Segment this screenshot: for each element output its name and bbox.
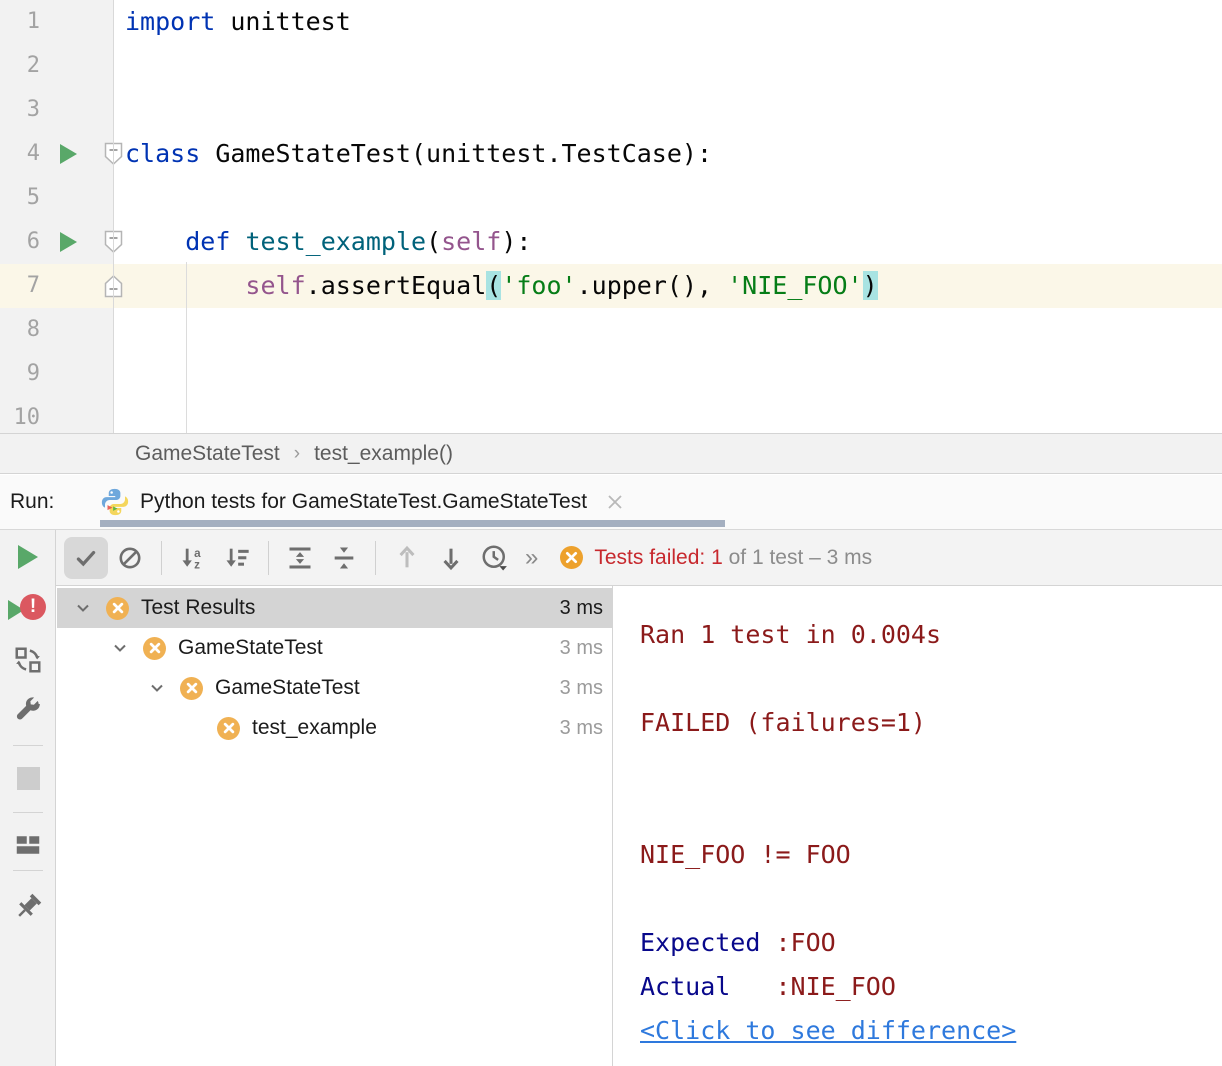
svg-text:z: z	[194, 558, 200, 571]
breadcrumb: GameStateTest › test_example()	[0, 434, 1222, 474]
selected-tab-underline	[100, 520, 725, 527]
line-number: 7	[0, 264, 40, 308]
stop-button[interactable]	[0, 767, 56, 790]
sort-by-duration-button[interactable]	[215, 537, 259, 579]
run-panel-header: Run: Python tests for GameStateTest.Game…	[0, 475, 1222, 530]
collapse-all-button[interactable]	[322, 537, 366, 579]
rerun-failed-icon: !	[8, 594, 48, 626]
breadcrumb-separator-icon: ›	[294, 443, 300, 465]
strip-divider	[13, 812, 43, 813]
test-duration: 3 ms	[560, 637, 603, 660]
toolbar-divider	[268, 541, 269, 575]
code-line[interactable]: self.assertEqual('foo'.upper(), 'NIE_FOO…	[125, 264, 878, 308]
chevron-down-icon[interactable]	[145, 676, 169, 700]
pin-tab-button[interactable]	[0, 892, 56, 922]
test-history-button[interactable]	[473, 537, 517, 579]
see-difference-link[interactable]: <Click to see difference>	[640, 1016, 1016, 1045]
fold-gutter-line	[113, 0, 114, 434]
show-ignored-button[interactable]	[108, 537, 152, 579]
line-number: 5	[0, 176, 40, 220]
test-status: Tests failed: 1 of 1 test – 3 ms	[560, 546, 872, 570]
test-results-tree: Test Results3 msGameStateTest3 msGameSta…	[57, 586, 613, 1066]
line-number: 9	[0, 352, 40, 396]
python-tests-icon	[100, 487, 130, 517]
test-duration: 3 ms	[560, 677, 603, 700]
console-line: NIE_FOO != FOO	[640, 833, 1222, 877]
breadcrumb-class[interactable]: GameStateTest	[135, 442, 280, 466]
run-tab-title: Python tests for GameStateTest.GameState…	[140, 490, 587, 514]
previous-failed-test-button[interactable]	[385, 537, 429, 579]
console-line	[640, 877, 1222, 921]
failed-badge: !	[20, 594, 46, 620]
run-test-gutter-icon[interactable]	[60, 232, 77, 252]
strip-divider	[13, 745, 43, 746]
line-number: 3	[0, 88, 40, 132]
line-number: 1	[0, 0, 40, 44]
line-number: 10	[0, 396, 40, 434]
console-line	[640, 745, 1222, 789]
tree-row-label: GameStateTest	[215, 676, 360, 700]
tree-row-label: GameStateTest	[178, 636, 323, 660]
tree-row[interactable]: GameStateTest 3 ms	[57, 628, 613, 668]
status-detail: of 1 test – 3 ms	[723, 546, 872, 569]
tests-failed-icon	[560, 546, 583, 569]
rerun-failed-tests-button[interactable]: !	[0, 594, 56, 626]
console-line	[640, 657, 1222, 701]
toggle-auto-test-button[interactable]	[0, 645, 56, 675]
close-icon[interactable]	[605, 492, 625, 512]
test-duration: 3 ms	[560, 597, 603, 620]
status-text: Tests failed: 1 of 1 test – 3 ms	[594, 546, 872, 570]
toolbar-divider	[375, 541, 376, 575]
console-line	[640, 789, 1222, 833]
restore-layout-button[interactable]	[0, 830, 56, 860]
tree-row-label: Test Results	[141, 596, 255, 620]
console-line: Ran 1 test in 0.004s	[640, 613, 1222, 657]
sort-alphabetically-button[interactable]: a z	[171, 537, 215, 579]
test-runner-settings-button[interactable]	[0, 695, 56, 725]
line-number: 6	[0, 220, 40, 264]
code-editor[interactable]: 1 import unittest 234 class GameStateTest(u…	[0, 0, 1222, 434]
toolbar-divider	[161, 541, 162, 575]
rerun-tests-button[interactable]	[0, 545, 56, 569]
test-failed-icon	[106, 597, 129, 620]
line-number: 2	[0, 44, 40, 88]
line-number: 4	[0, 132, 40, 176]
test-output-console: Ran 1 test in 0.004s FAILED (failures=1) N…	[613, 586, 1222, 1066]
show-passed-button[interactable]	[64, 537, 108, 579]
breadcrumb-method[interactable]: test_example()	[314, 442, 453, 466]
chevron-spacer	[182, 716, 206, 740]
play-icon	[18, 545, 38, 569]
stop-icon	[17, 767, 40, 790]
line-number: 8	[0, 308, 40, 352]
tree-row[interactable]: test_example 3 ms	[57, 708, 613, 748]
chevron-down-icon[interactable]	[71, 596, 95, 620]
run-test-gutter-icon[interactable]	[60, 144, 77, 164]
test-failed-icon	[143, 637, 166, 660]
tree-row[interactable]: GameStateTest 3 ms	[57, 668, 613, 708]
code-line[interactable]: import unittest	[125, 0, 351, 44]
next-failed-test-button[interactable]	[429, 537, 473, 579]
test-failed-icon	[180, 677, 203, 700]
tree-row-label: test_example	[252, 716, 377, 740]
pycharm-window: 1 import unittest 234 class GameStateTest(u…	[0, 0, 1222, 1066]
run-panel-side-toolbar: !	[0, 530, 56, 1066]
run-label: Run:	[10, 475, 54, 529]
test-duration: 3 ms	[560, 717, 603, 740]
expand-all-button[interactable]	[278, 537, 322, 579]
console-line: FAILED (failures=1)	[640, 701, 1222, 745]
tree-row[interactable]: Test Results 3 ms	[57, 588, 613, 628]
code-line[interactable]: def test_example(self):	[125, 220, 531, 264]
code-line[interactable]: class GameStateTest(unittest.TestCase):	[125, 132, 712, 176]
test-failed-icon	[217, 717, 240, 740]
chevron-down-icon[interactable]	[108, 636, 132, 660]
indent-guide-line	[186, 262, 187, 434]
console-line: <Click to see difference>	[640, 1009, 1222, 1053]
console-line: Actual :NIE_FOO	[640, 965, 1222, 1009]
strip-divider	[13, 870, 43, 871]
status-failed-count: Tests failed: 1	[594, 546, 722, 569]
console-line: Expected :FOO	[640, 921, 1222, 965]
more-actions-button[interactable]: »	[517, 544, 546, 572]
test-runner-toolbar: a z	[0, 530, 1222, 586]
